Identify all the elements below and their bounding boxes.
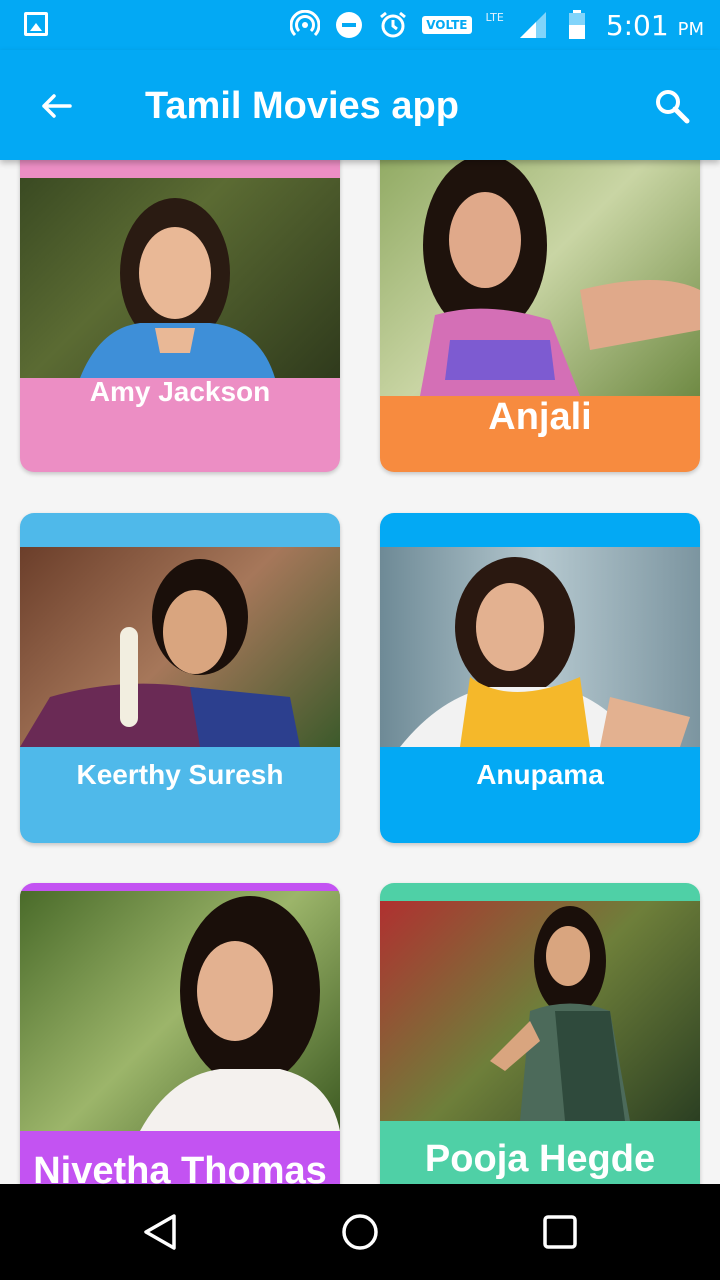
hotspot-icon [290, 10, 321, 40]
actress-name: Amy Jackson [89, 376, 271, 407]
actress-card-anupama[interactable]: Anupama [380, 513, 700, 843]
actress-photo [20, 547, 340, 747]
arrow-back-icon [42, 94, 72, 118]
back-button[interactable] [28, 78, 84, 134]
app-bar: Tamil Movies app [0, 50, 720, 160]
actress-name: Anjali [488, 396, 592, 438]
page-title: Tamil Movies app [145, 85, 459, 127]
nav-recents-button[interactable] [538, 1210, 582, 1254]
nav-home-button[interactable] [338, 1210, 382, 1254]
actress-card-nivetha-thomas[interactable]: Nivetha Thomas [20, 883, 340, 1184]
actress-grid: Amy Jackson Anjali Keerthy Suresh Anupam… [0, 160, 720, 1184]
status-bar: VOLTE LTE 5:01 PM [0, 0, 720, 50]
triangle-back-icon [144, 1214, 176, 1250]
actress-card-anjali[interactable]: Anjali [380, 160, 700, 472]
signal-icon [518, 10, 548, 40]
battery-icon [562, 10, 592, 40]
search-button[interactable] [644, 78, 700, 134]
volte-badge: VOLTE [422, 16, 472, 34]
do-not-disturb-icon [334, 10, 364, 40]
gallery-notification-icon [24, 12, 48, 36]
actress-photo [20, 178, 340, 378]
actress-photo [20, 891, 340, 1131]
actress-name: Nivetha Thomas [33, 1150, 327, 1184]
actress-name: Pooja Hegde [424, 1138, 656, 1180]
actress-card-keerthy-suresh[interactable]: Keerthy Suresh [20, 513, 340, 843]
lte-label: LTE [485, 10, 504, 24]
actress-card-amy-jackson[interactable]: Amy Jackson [20, 160, 340, 472]
actress-photo [380, 901, 700, 1121]
alarm-icon [378, 10, 408, 40]
actress-name: Keerthy Suresh [76, 759, 284, 790]
actress-photo [380, 160, 700, 396]
circle-home-icon [342, 1214, 378, 1250]
nav-back-button[interactable] [138, 1210, 182, 1254]
square-recents-icon [543, 1215, 577, 1249]
status-icons: VOLTE LTE 5:01 PM [290, 8, 704, 42]
navigation-bar [0, 1184, 720, 1280]
actress-photo [380, 547, 700, 747]
status-time: 5:01 PM [605, 8, 704, 42]
actress-card-pooja-hegde[interactable]: Pooja Hegde [380, 883, 700, 1184]
actress-name: Anupama [476, 759, 604, 790]
search-icon [656, 90, 690, 124]
